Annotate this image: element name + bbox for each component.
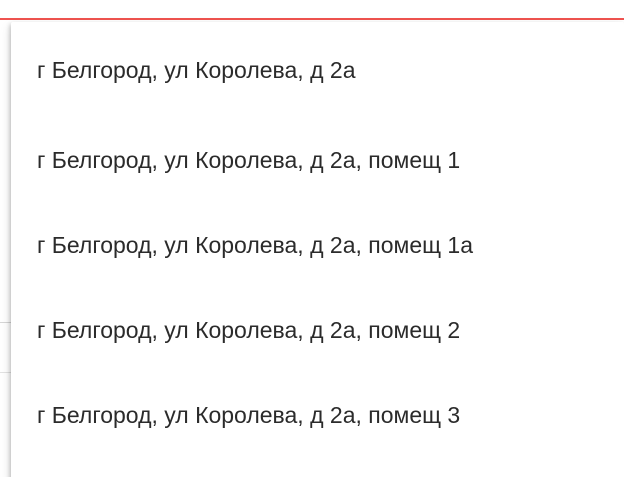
address-input-underline: [0, 18, 624, 20]
address-option[interactable]: г Белгород, ул Королева, д 2а: [11, 22, 624, 118]
address-suggestions-list: г Белгород, ул Королева, д 2а г Белгород…: [11, 22, 624, 458]
address-option[interactable]: г Белгород, ул Королева, д 2а, помещ 1: [11, 118, 624, 203]
field-helper-row: [0, 0, 624, 14]
address-suggestions-dropdown: г Белгород, ул Королева, д 2а г Белгород…: [11, 22, 624, 477]
address-option[interactable]: г Белгород, ул Королева, д 2а, помещ 2: [11, 288, 624, 373]
address-option[interactable]: г Белгород, ул Королева, д 2а, помещ 3: [11, 373, 624, 458]
address-option[interactable]: г Белгород, ул Королева, д 2а, помещ 1а: [11, 203, 624, 288]
address-autocomplete-screen: г Белгород, ул Королева, д 2а г Белгород…: [0, 0, 624, 477]
